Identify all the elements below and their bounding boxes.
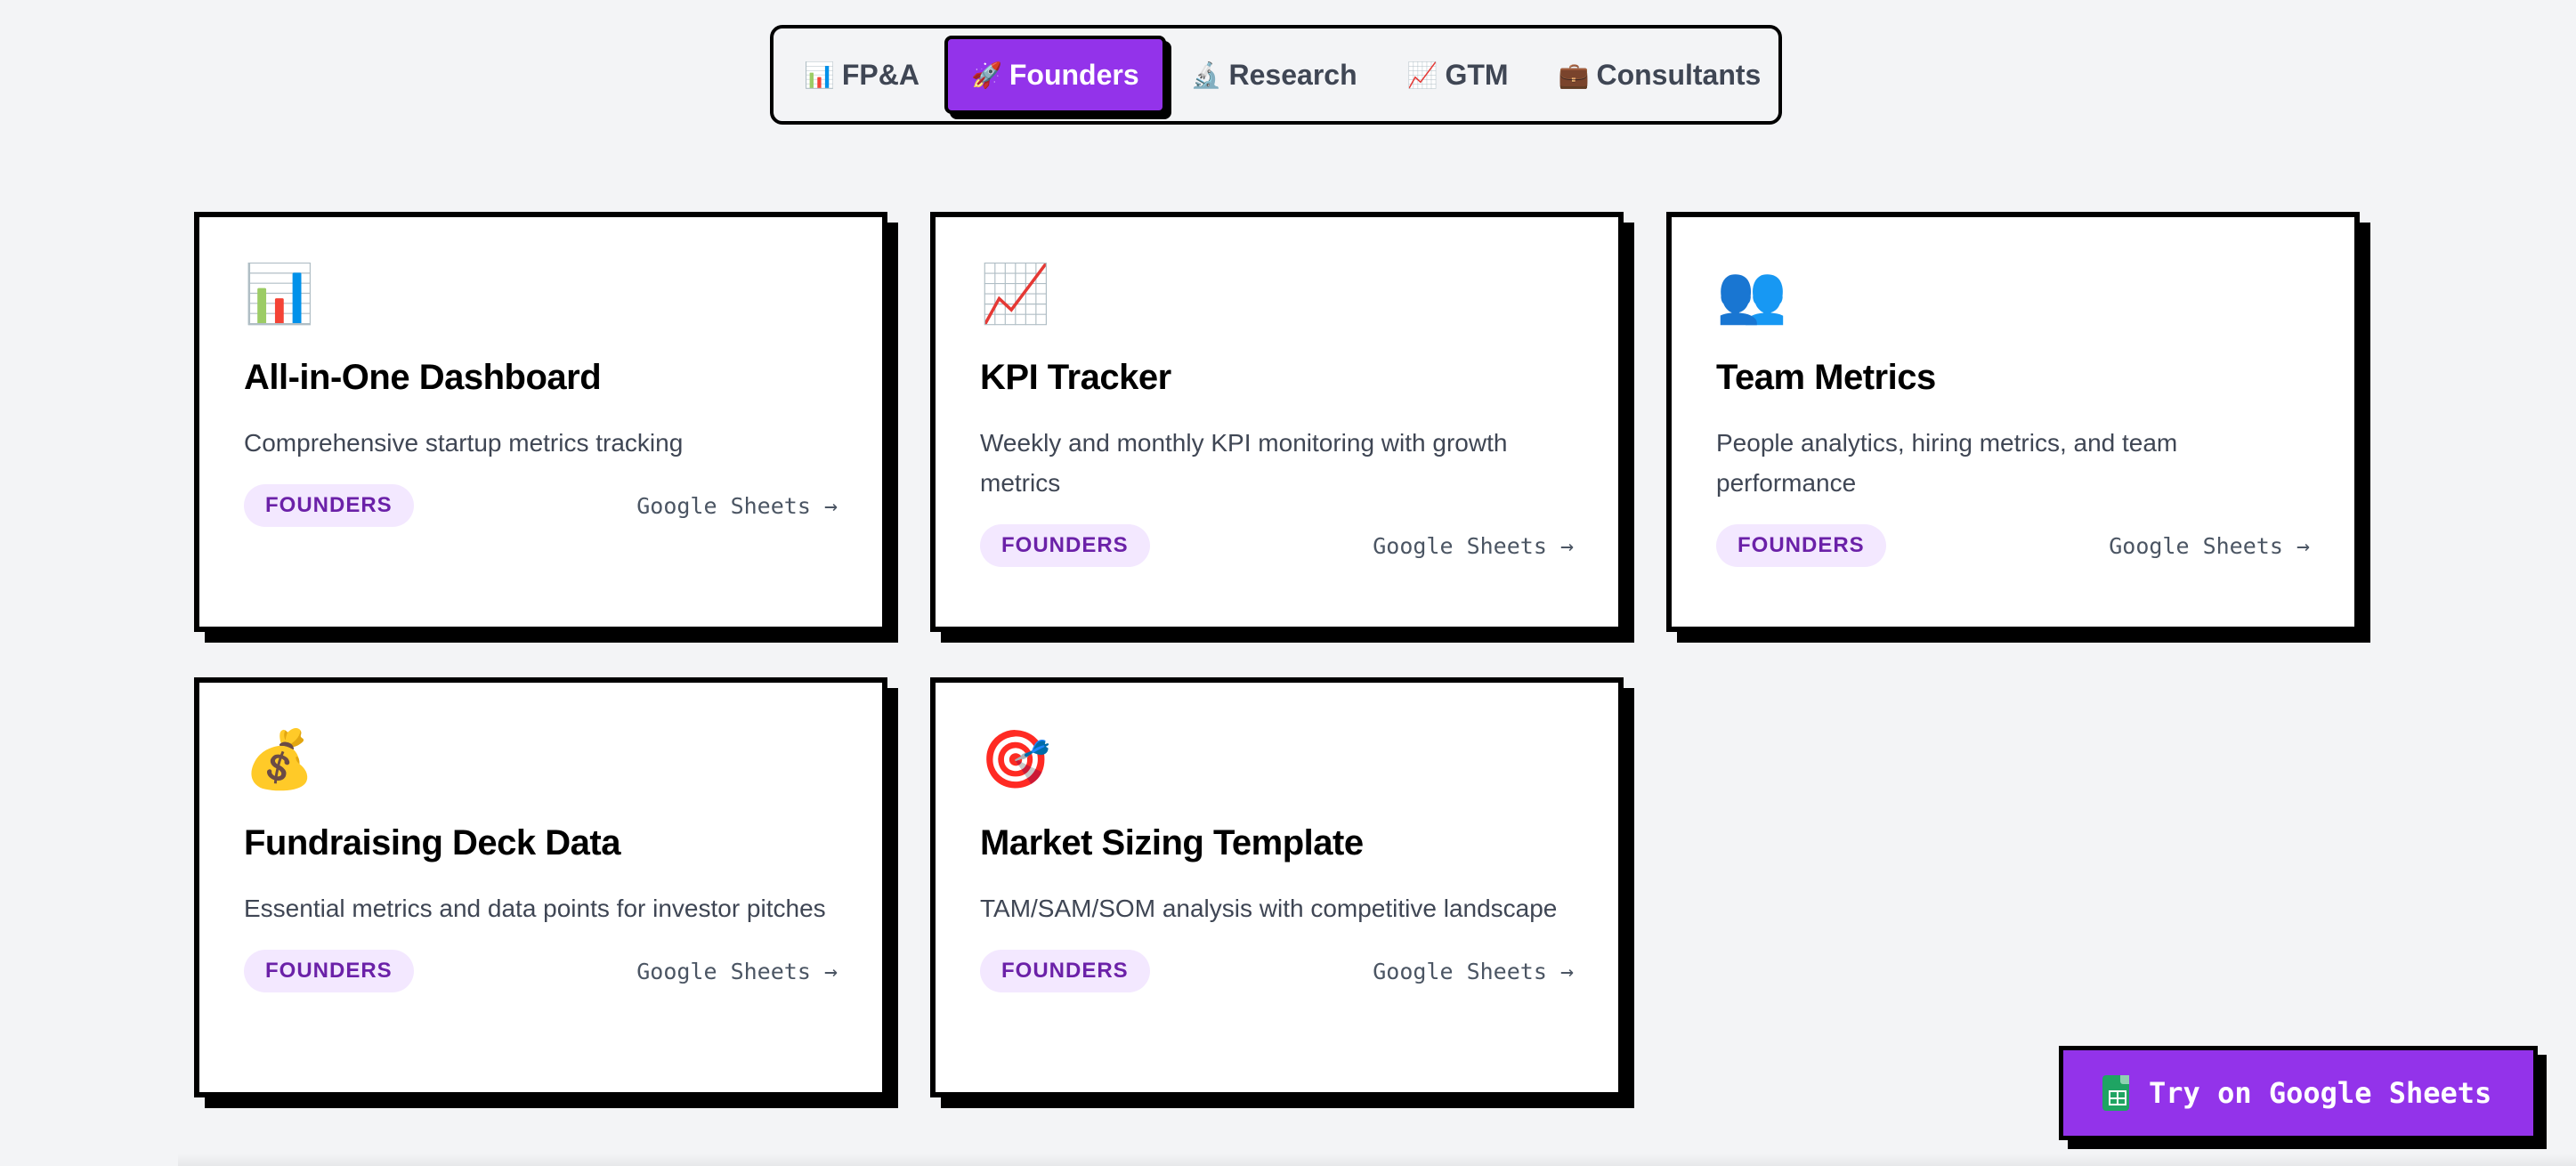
card-footer: FOUNDERS Google Sheets → <box>244 950 838 992</box>
category-tabs: 📊 FP&A 🚀 Founders 🔬 Research 📈 GTM 💼 Con… <box>770 25 1782 125</box>
card-footer: FOUNDERS Google Sheets → <box>980 524 1574 567</box>
card-title: Market Sizing Template <box>980 823 1364 862</box>
template-card-kpi-tracker[interactable]: 📈 KPI Tracker Weekly and monthly KPI mon… <box>930 212 1624 632</box>
tab-gtm[interactable]: 📈 GTM <box>1382 36 1534 114</box>
tab-label: Founders <box>1009 58 1139 91</box>
bottom-shadow <box>178 1154 2576 1166</box>
category-badge: FOUNDERS <box>244 484 414 527</box>
google-sheets-link[interactable]: Google Sheets → <box>2109 533 2310 559</box>
bar-chart-icon: 📊 <box>244 262 315 326</box>
tab-label: Consultants <box>1596 58 1762 91</box>
card-description: TAM/SAM/SOM analysis with competitive la… <box>980 895 1558 922</box>
card-title: All-in-One Dashboard <box>244 358 602 397</box>
category-badge: FOUNDERS <box>980 524 1150 567</box>
google-sheets-link[interactable]: Google Sheets → <box>1373 959 1574 984</box>
template-card-all-in-one-dashboard[interactable]: 📊 All-in-One Dashboard Comprehensive sta… <box>194 212 887 632</box>
tab-label: GTM <box>1445 58 1509 91</box>
money-bag-icon: 💰 <box>244 727 315 791</box>
template-card-fundraising-deck-data[interactable]: 💰 Fundraising Deck Data Essential metric… <box>194 677 887 1097</box>
try-on-google-sheets-button[interactable]: Try on Google Sheets <box>2059 1046 2538 1140</box>
template-card-team-metrics[interactable]: 👥 Team Metrics People analytics, hiring … <box>1666 212 2360 632</box>
tab-fpa[interactable]: 📊 FP&A <box>779 36 944 114</box>
card-description: Comprehensive startup metrics tracking <box>244 429 684 457</box>
bar-chart-icon: 📊 <box>804 61 835 89</box>
card-footer: FOUNDERS Google Sheets → <box>980 950 1574 992</box>
card-description: Essential metrics and data points for in… <box>244 895 826 922</box>
category-badge: FOUNDERS <box>244 950 414 992</box>
people-icon: 👥 <box>1716 262 1787 326</box>
category-badge: FOUNDERS <box>1716 524 1886 567</box>
card-footer: FOUNDERS Google Sheets → <box>1716 524 2310 567</box>
trending-up-icon: 📈 <box>1406 61 1438 89</box>
tab-research[interactable]: 🔬 Research <box>1166 36 1382 114</box>
microscope-icon: 🔬 <box>1190 61 1222 89</box>
card-description: Weekly and monthly KPI monitoring with g… <box>980 429 1508 497</box>
target-icon: 🎯 <box>980 727 1051 791</box>
google-sheets-link[interactable]: Google Sheets → <box>1373 533 1574 559</box>
cta-label: Try on Google Sheets <box>2149 1076 2492 1110</box>
card-title: Fundraising Deck Data <box>244 823 620 862</box>
tab-label: Research <box>1228 58 1357 91</box>
template-card-market-sizing-template[interactable]: 🎯 Market Sizing Template TAM/SAM/SOM ana… <box>930 677 1624 1097</box>
briefcase-icon: 💼 <box>1558 61 1590 89</box>
card-title: KPI Tracker <box>980 358 1171 397</box>
card-footer: FOUNDERS Google Sheets → <box>244 484 838 527</box>
card-title: Team Metrics <box>1716 358 1936 397</box>
tab-founders[interactable]: 🚀 Founders <box>944 36 1166 114</box>
google-sheets-link[interactable]: Google Sheets → <box>636 959 838 984</box>
rocket-icon: 🚀 <box>970 61 1002 89</box>
trending-up-icon: 📈 <box>980 262 1051 326</box>
google-sheets-link[interactable]: Google Sheets → <box>636 493 838 519</box>
tab-label: FP&A <box>841 58 919 91</box>
category-badge: FOUNDERS <box>980 950 1150 992</box>
tab-consultants[interactable]: 💼 Consultants <box>1534 36 1786 114</box>
google-sheets-icon <box>2102 1075 2129 1111</box>
card-description: People analytics, hiring metrics, and te… <box>1716 429 2178 497</box>
